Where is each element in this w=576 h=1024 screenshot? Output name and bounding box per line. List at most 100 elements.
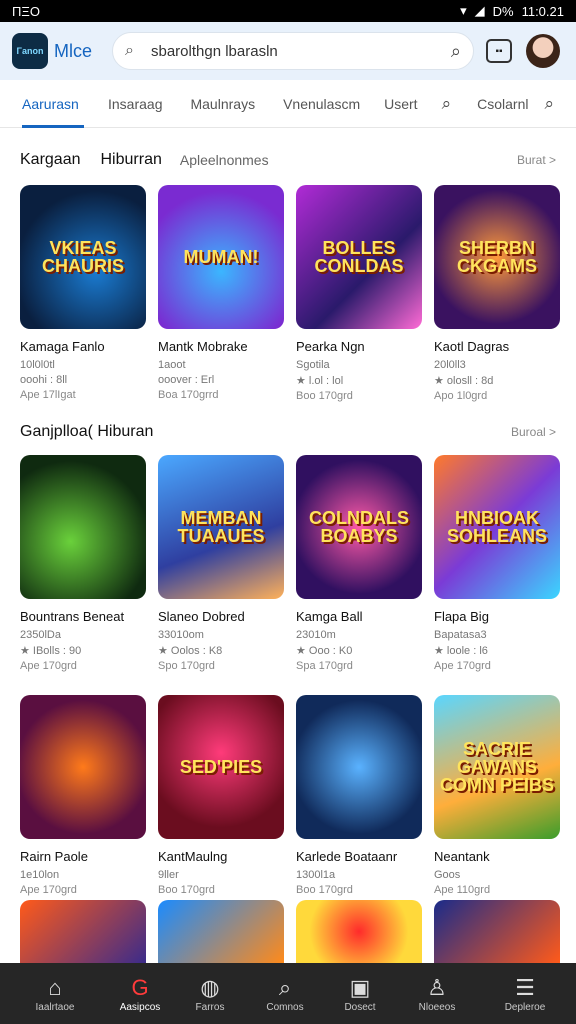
search-icon: ⌕: [125, 42, 134, 59]
status-time: 11:0.21: [521, 3, 564, 19]
game-rating: ★ Oolos : K8: [158, 645, 223, 657]
game-meta: Sgotila: [296, 359, 330, 371]
nav-nloeeos[interactable]: ♙ Nloeeos: [400, 963, 474, 1024]
home-icon: ⌂: [48, 975, 62, 1000]
game-meta: 1300l1a: [296, 869, 336, 881]
game-card[interactable]: SHERBN CKGAMS Kaotl Dagras 20l0ll3 ★ olo…: [434, 185, 560, 402]
game-age: Ape 170grd: [20, 660, 77, 672]
game-card[interactable]: COLNDALS BOABYS Kamga Ball 23010m ★ Ooo …: [296, 455, 422, 672]
game-card[interactable]: [296, 900, 422, 963]
app-logo[interactable]: Γanon: [12, 33, 48, 69]
tab-insaraag[interactable]: Insaraag: [108, 80, 162, 128]
game-card[interactable]: [434, 900, 560, 963]
game-thumbnail[interactable]: [296, 900, 422, 963]
thumb-art-text: BOLLES CONLDAS: [314, 238, 404, 276]
game-thumbnail[interactable]: MEMBAN TUAAUES: [158, 455, 284, 599]
game-thumbnail[interactable]: [20, 695, 146, 839]
see-more-link[interactable]: Burat >: [517, 153, 556, 167]
tab-label: Maulnrays: [190, 95, 256, 112]
game-age: Ape 110grd: [434, 884, 491, 896]
game-thumbnail[interactable]: COLNDALS BOABYS: [296, 455, 422, 599]
cast-icon: ▪▪: [495, 45, 503, 57]
search-submit-icon[interactable]: ⌕: [451, 41, 461, 62]
nav-home[interactable]: ⌂ Iaalrtaoe: [0, 963, 110, 1024]
square-icon: ▣: [349, 975, 371, 1000]
section-filter[interactable]: Apleelnonmes: [180, 152, 269, 168]
tab-usert[interactable]: Usert: [384, 80, 417, 128]
game-thumbnail[interactable]: [434, 900, 560, 963]
tab-csolarnl[interactable]: Csolarnl: [477, 80, 528, 128]
game-thumbnail[interactable]: BOLLES CONLDAS: [296, 185, 422, 329]
game-meta: 33010om: [158, 629, 204, 641]
game-thumbnail[interactable]: SACRIE GAWANS COMN PEIBS: [434, 695, 560, 839]
nav-dosect[interactable]: ▣ Dosect: [320, 963, 400, 1024]
game-card[interactable]: MUMAN! Mantk Mobrake 1aoot ooover : Erl …: [158, 185, 284, 401]
game-thumbnail[interactable]: HNBIOAK SOHLEANS: [434, 455, 560, 599]
game-age: Boo 170grd: [296, 390, 353, 402]
nav-farros[interactable]: ◍ Farros: [170, 963, 250, 1024]
game-card[interactable]: Rairn Paole 1e10lon Ape 170grd: [20, 695, 146, 896]
game-thumbnail[interactable]: [296, 695, 422, 839]
nav-comnos[interactable]: ⌕ Comnos: [250, 963, 320, 1024]
tab-label: Usert: [384, 95, 418, 112]
tab-aarurasn[interactable]: Aarurasn: [22, 80, 84, 128]
game-card[interactable]: Karlede Boataanr 1300l1a Boo 170grd: [296, 695, 422, 896]
nav-games[interactable]: G Aasipcos: [110, 963, 170, 1024]
games-icon: G: [131, 975, 149, 1000]
game-meta: Bapatasa3: [434, 629, 487, 641]
game-card[interactable]: VKIEAS CHAURIS Kamaga Fanlo 10l0l0tl ooo…: [20, 185, 146, 401]
rating-text: ★ l.ol : lol: [296, 375, 344, 387]
game-thumbnail[interactable]: [158, 900, 284, 963]
game-thumbnail[interactable]: VKIEAS CHAURIS: [20, 185, 146, 329]
game-meta: 1e10lon: [20, 869, 60, 881]
game-thumbnail[interactable]: MUMAN!: [158, 185, 284, 329]
thumb-art-text: SHERBN CKGAMS: [457, 238, 537, 276]
avatar[interactable]: [526, 34, 560, 68]
game-card[interactable]: HNBIOAK SOHLEANS Flapa Big Bapatasa3 ★ l…: [434, 455, 560, 672]
game-meta: Goos: [434, 869, 461, 881]
game-thumbnail[interactable]: SHERBN CKGAMS: [434, 185, 560, 329]
game-card[interactable]: BOLLES CONLDAS Pearka Ngn Sgotila ★ l.ol…: [296, 185, 422, 402]
game-card[interactable]: MEMBAN TUAAUES Slaneo Dobred 33010om ★ O…: [158, 455, 284, 672]
game-rating: ooover : Erl: [158, 374, 215, 386]
game-card[interactable]: Bountrans Beneat 2350lDa ★ IBolls : 90 A…: [20, 455, 146, 672]
thumb-art-text: HNBIOAK SOHLEANS: [446, 508, 547, 546]
game-meta: 10l0l0tl: [20, 359, 55, 371]
game-thumbnail[interactable]: SED'PIES: [158, 695, 284, 839]
game-meta: 9ller: [158, 869, 179, 881]
section-subtitle[interactable]: Hiburran: [101, 151, 162, 169]
signal-icon: ◢: [474, 3, 485, 18]
game-age: Ape 17lIgat: [20, 389, 76, 401]
search-icon[interactable]: ⌕: [442, 80, 452, 128]
game-card[interactable]: [158, 900, 284, 963]
tab-vnenulascm[interactable]: Vnenulascm: [283, 80, 360, 128]
section-header: Kargaan Hiburran Apleelnonmes Burat >: [20, 145, 556, 175]
nav-depleroe[interactable]: ☰ Depleroe: [474, 963, 576, 1024]
game-thumbnail[interactable]: [20, 455, 146, 599]
nav-label: Comnos: [266, 1002, 304, 1013]
game-meta: 2350lDa: [20, 629, 61, 641]
tab-maulnrays[interactable]: Maulnrays: [190, 80, 255, 128]
person-icon: ♙: [427, 975, 447, 1000]
search-input[interactable]: sbarolthgn lbarasln: [151, 43, 451, 60]
tab-label: Vnenulascm: [283, 95, 361, 112]
game-thumbnail[interactable]: [20, 900, 146, 963]
game-card[interactable]: SED'PIES KantMaulng 9ller Boo 170grd: [158, 695, 284, 896]
cast-button[interactable]: ▪▪: [486, 39, 512, 63]
game-rating: ★ Ooo : K0: [296, 645, 353, 657]
nav-label: Farros: [195, 1002, 225, 1013]
category-tabs: Aarurasn Insaraag Maulnrays Vnenulascm U…: [0, 80, 576, 128]
brand-name: Mlce: [54, 40, 93, 61]
thumb-art-text: MEMBAN TUAAUES: [177, 508, 265, 546]
see-more-link[interactable]: Buroal >: [511, 425, 556, 439]
game-card[interactable]: [20, 900, 146, 963]
game-title: KantMaulng: [158, 849, 228, 864]
battery-label: D%: [492, 3, 514, 19]
search-icon[interactable]: ⌕: [544, 80, 554, 128]
thumb-art-text: MUMAN!: [183, 247, 259, 267]
game-card[interactable]: SACRIE GAWANS COMN PEIBS Neantank Goos A…: [434, 695, 560, 896]
game-age: Spo 170grd: [158, 660, 215, 672]
nav-label: Aasipcos: [119, 1002, 161, 1013]
game-title: Rairn Paole: [20, 849, 88, 864]
search-bar[interactable]: ⌕ sbarolthgn lbarasln ⌕: [112, 32, 474, 70]
